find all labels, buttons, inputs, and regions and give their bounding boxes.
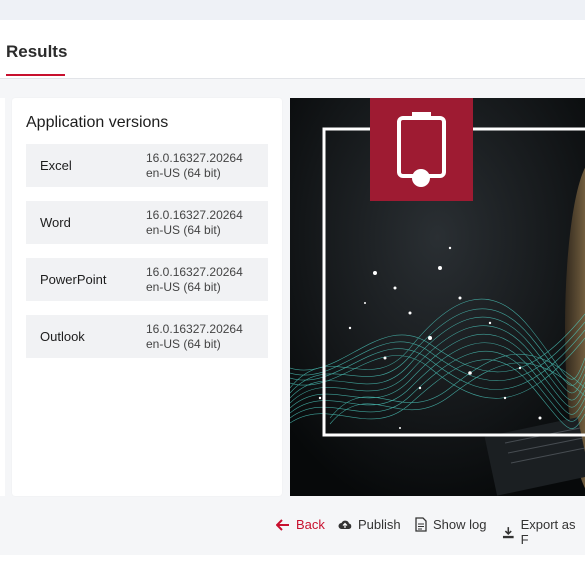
top-bar [0, 0, 585, 20]
show-log-button[interactable]: Show log [415, 517, 486, 532]
back-button[interactable]: Back [276, 517, 325, 532]
page-header: Results [0, 20, 585, 79]
hero-illustration [290, 98, 585, 496]
action-bar: Back Publish Show log Export as F [0, 500, 585, 555]
bottom-bar [0, 555, 585, 585]
version-number: 16.0.16327.20264 [146, 208, 243, 222]
version-number: 16.0.16327.20264 [146, 265, 243, 279]
version-locale: en-US (64 bit) [146, 280, 221, 294]
version-row-powerpoint: PowerPoint 16.0.16327.20264 en-US (64 bi… [26, 258, 268, 301]
left-panel-edge [0, 98, 5, 496]
cloud-upload-icon [338, 520, 352, 529]
version-locale: en-US (64 bit) [146, 166, 221, 180]
tab-results[interactable]: Results [6, 42, 67, 62]
arrow-left-icon [276, 518, 289, 531]
version-row-outlook: Outlook 16.0.16327.20264 en-US (64 bit) [26, 315, 268, 358]
version-row-excel: Excel 16.0.16327.20264 en-US (64 bit) [26, 144, 268, 187]
export-button[interactable]: Export as F [502, 517, 585, 547]
version-row-word: Word 16.0.16327.20264 en-US (64 bit) [26, 201, 268, 244]
tab-active-indicator [6, 74, 65, 76]
back-label: Back [296, 517, 325, 532]
battery-icon [370, 98, 473, 201]
publish-label: Publish [358, 517, 401, 532]
app-version: 16.0.16327.20264 en-US (64 bit) [146, 322, 243, 352]
export-label: Export as F [520, 517, 576, 547]
version-locale: en-US (64 bit) [146, 337, 221, 351]
version-number: 16.0.16327.20264 [146, 322, 243, 336]
document-icon [415, 517, 427, 532]
app-name: Excel [40, 158, 72, 173]
version-locale: en-US (64 bit) [146, 223, 221, 237]
app-version: 16.0.16327.20264 en-US (64 bit) [146, 265, 243, 295]
application-versions-card: Application versions Excel 16.0.16327.20… [12, 98, 282, 496]
app-version: 16.0.16327.20264 en-US (64 bit) [146, 208, 243, 238]
publish-button[interactable]: Publish [338, 517, 401, 532]
hero-image [290, 98, 585, 496]
app-name: Word [40, 215, 71, 230]
show-log-label: Show log [433, 517, 487, 532]
version-number: 16.0.16327.20264 [146, 151, 243, 165]
app-name: PowerPoint [40, 272, 107, 287]
app-name: Outlook [40, 329, 85, 344]
download-icon [502, 526, 514, 538]
app-version: 16.0.16327.20264 en-US (64 bit) [146, 151, 243, 181]
card-title: Application versions [26, 114, 169, 131]
